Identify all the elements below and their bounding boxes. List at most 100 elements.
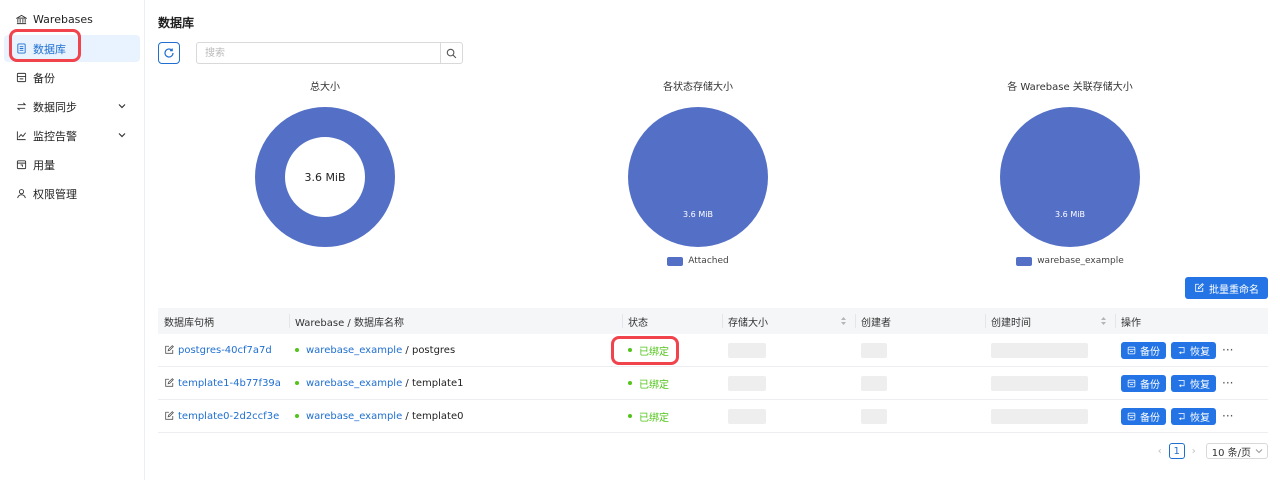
more-actions-button[interactable]: ··· (1222, 409, 1233, 423)
search-button[interactable] (440, 43, 462, 63)
redacted-value (991, 408, 1088, 424)
chart-legend[interactable]: warebase_example (920, 256, 1220, 266)
column-header: 操作 (1115, 308, 1268, 334)
pie-slice[interactable] (628, 107, 768, 247)
warebase-cell: warebase_example / template1 (289, 367, 622, 400)
handle-link[interactable]: postgres-40cf7a7d (178, 345, 272, 356)
creator-cell (855, 367, 985, 400)
page-number-current[interactable]: 1 (1168, 443, 1185, 459)
pagination: ‹ 1 › 10 条/页 (1154, 443, 1268, 459)
status-dot (295, 381, 299, 385)
sidebar-item-monitoring[interactable]: 监控告警 (4, 122, 140, 149)
donut-center-label: 3.6 MiB (304, 171, 345, 184)
batch-rename-button[interactable]: 批量重命名 (1185, 277, 1268, 299)
restore-button[interactable]: 恢复 (1171, 341, 1216, 359)
sidebar-item-label: 数据同步 (33, 100, 77, 114)
chart-line-icon (16, 130, 27, 141)
refresh-button[interactable] (158, 42, 180, 64)
sort-icon[interactable] (1100, 316, 1107, 326)
database-table: 数据库句柄 Warebase / 数据库名称 状态 存储大小 创建者 创建时间 … (158, 308, 1268, 433)
backup-icon (1127, 379, 1136, 387)
backup-button[interactable]: 备份 (1121, 341, 1166, 359)
database-name: / template1 (405, 377, 464, 389)
legend-label: Attached (688, 256, 729, 266)
edit-icon[interactable] (164, 378, 174, 388)
search-icon (446, 48, 457, 58)
column-header-label: 存储大小 (728, 317, 768, 329)
pie-slice-label: 3.6 MiB (683, 210, 713, 219)
warebase-link[interactable]: warebase_example (306, 378, 402, 389)
handle-cell: template1-4b77f39a (158, 367, 289, 400)
actions-cell: 备份 恢复 ··· (1115, 334, 1268, 367)
sidebar-item-usage[interactable]: 用量 (4, 151, 140, 178)
status-cell: 已绑定 (622, 367, 722, 400)
redacted-value (861, 342, 887, 358)
warebase-link[interactable]: warebase_example (306, 345, 402, 356)
size-cell (722, 334, 855, 367)
table-row: template0-2d2ccf3e warebase_example / te… (158, 400, 1268, 433)
main-content: 数据库 总大小 3.6 MiB 各状态存储大小 3.6 MiB (145, 0, 1280, 480)
chevron-down-icon (1255, 449, 1263, 454)
database-name: / postgres (405, 344, 456, 356)
redacted-value (728, 375, 766, 391)
created-time-cell (985, 334, 1115, 367)
restore-button[interactable]: 恢复 (1171, 374, 1216, 392)
sidebar-item-label: 备份 (33, 71, 55, 85)
chevron-down-icon[interactable] (118, 131, 126, 139)
chart-title: 总大小 (310, 82, 340, 93)
pie-slice-label: 3.6 MiB (1055, 210, 1085, 219)
chevron-down-icon[interactable] (118, 102, 126, 110)
column-header-sortable[interactable]: 创建时间 (985, 308, 1115, 334)
backup-button[interactable]: 备份 (1121, 374, 1166, 392)
backup-button[interactable]: 备份 (1121, 407, 1166, 425)
created-time-cell (985, 400, 1115, 433)
search-box (196, 42, 463, 64)
page-title: 数据库 (158, 16, 195, 30)
restore-icon (1178, 379, 1185, 387)
redacted-value (991, 375, 1088, 391)
column-header: 状态 (622, 308, 722, 334)
column-header-sortable[interactable]: 存储大小 (722, 308, 855, 334)
edit-icon[interactable] (164, 411, 174, 421)
edit-icon[interactable] (164, 345, 174, 355)
sidebar-item-backup[interactable]: 备份 (4, 64, 140, 91)
restore-icon (1178, 412, 1185, 420)
pie-slice[interactable] (1000, 107, 1140, 247)
restore-button[interactable]: 恢复 (1171, 407, 1216, 425)
table-row: postgres-40cf7a7d warebase_example / pos… (158, 334, 1268, 367)
handle-link[interactable]: template0-2d2ccf3e (178, 411, 279, 422)
chart-legend[interactable]: Attached (548, 256, 848, 266)
status-text: 已绑定 (639, 379, 669, 391)
warebase-link[interactable]: warebase_example (306, 411, 402, 422)
warebase-cell: warebase_example / template0 (289, 400, 622, 433)
calendar-icon (16, 159, 27, 170)
column-header-label: 创建时间 (991, 317, 1031, 329)
batch-rename-label: 批量重命名 (1209, 284, 1259, 296)
status-dot (295, 348, 299, 352)
table-header: 数据库句柄 Warebase / 数据库名称 状态 存储大小 创建者 创建时间 … (158, 308, 1268, 334)
more-actions-button[interactable]: ··· (1222, 343, 1233, 357)
warebase-size-chart: 各 Warebase 关联存储大小 3.6 MiB warebase_examp… (920, 78, 1220, 266)
more-actions-button[interactable]: ··· (1222, 376, 1233, 390)
backup-icon (1127, 346, 1136, 354)
restore-label: 恢复 (1190, 346, 1210, 358)
column-header: 创建者 (855, 308, 985, 334)
pie-chart: 3.6 MiB (628, 107, 768, 247)
search-input[interactable] (197, 43, 440, 63)
sidebar-item-label: 权限管理 (33, 187, 77, 201)
size-cell (722, 367, 855, 400)
handle-cell: template0-2d2ccf3e (158, 400, 289, 433)
next-page-button[interactable]: › (1188, 446, 1200, 457)
user-icon (16, 188, 27, 199)
sidebar-item-permissions[interactable]: 权限管理 (4, 180, 140, 207)
total-size-chart: 总大小 3.6 MiB (175, 78, 475, 252)
sidebar-item-label: 用量 (33, 158, 55, 172)
prev-page-button[interactable]: ‹ (1154, 446, 1166, 457)
page-size-select[interactable]: 10 条/页 (1205, 443, 1268, 459)
sort-icon[interactable] (840, 316, 847, 326)
sidebar-item-data-sync[interactable]: 数据同步 (4, 93, 140, 120)
backup-icon (1127, 412, 1136, 420)
handle-link[interactable]: template1-4b77f39a (178, 378, 281, 389)
status-dot (628, 381, 632, 385)
status-size-chart: 各状态存储大小 3.6 MiB Attached (548, 78, 848, 266)
